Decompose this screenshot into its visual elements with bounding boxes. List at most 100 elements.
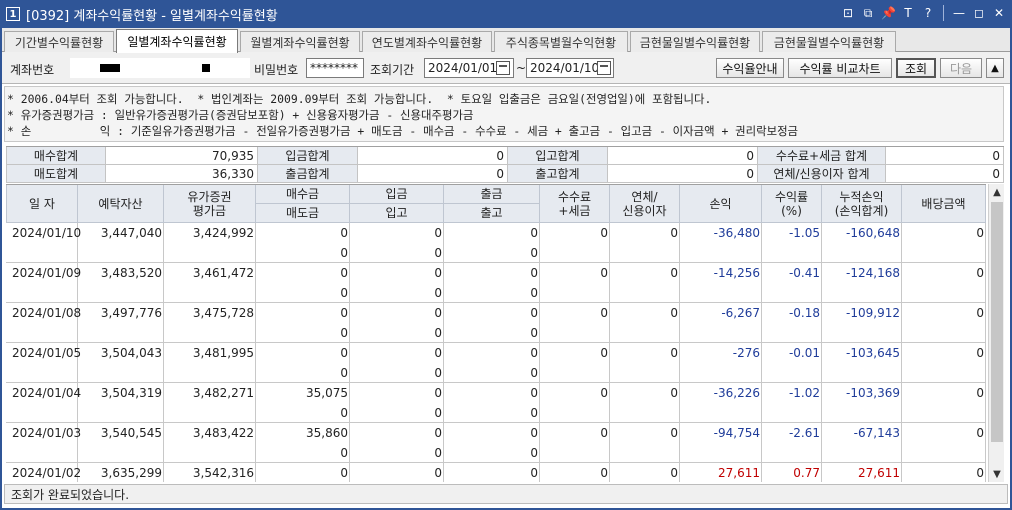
summary-row: 매도합계 36,330 출금합계 0 출고합계 0 연체/신용이자 합계 0: [6, 165, 1004, 183]
window-title: [0392] 계좌수익률현황 - 일별계좌수익률현황: [26, 8, 278, 24]
note-line: * 2006.04부터 조회 가능합니다. * 법인계좌는 2009.09부터 …: [7, 92, 712, 106]
cell-dividend: 0: [976, 346, 984, 360]
cell-cumulative-pnl: 27,611: [858, 466, 900, 480]
tab-strip: 기간별수익률현황 일별계좌수익률현황 월별계좌수익률현황 연도별계좌수익률현황 …: [0, 28, 1012, 53]
cell-fee-tax: 0: [600, 226, 608, 240]
cell-return-rate: -0.01: [788, 346, 820, 360]
cell-fee-tax: 0: [600, 266, 608, 280]
col-header-securities-value[interactable]: 유가증권 평가금: [164, 185, 256, 223]
cell-stock-out: 0: [530, 246, 538, 260]
table-row[interactable]: 2024/01/023,635,2993,542,3160000000027,6…: [6, 463, 986, 482]
tab-yearly-account-return[interactable]: 연도별계좌수익률현황: [362, 31, 492, 52]
col-header-stock-out[interactable]: 출고: [444, 204, 540, 223]
cell-withdraw: 0: [530, 426, 538, 440]
cell-interest: 0: [670, 386, 678, 400]
summary-value: 70,935: [106, 147, 258, 165]
close-icon[interactable]: ✕: [992, 5, 1006, 21]
tab-period-return[interactable]: 기간별수익률현황: [4, 31, 114, 52]
summary-value: 0: [886, 147, 1004, 165]
cell-date: 2024/01/05: [12, 346, 82, 360]
password-field[interactable]: ********: [306, 58, 364, 78]
cell-deposit-in: 0: [434, 266, 442, 280]
summary-value: 0: [358, 165, 508, 183]
summary-row: 매수합계 70,935 입금합계 0 입고합계 0 수수료+세금 합계 0: [6, 147, 1004, 165]
next-button[interactable]: 다음: [940, 58, 982, 78]
tab-stock-monthly-return[interactable]: 주식종목별월수익현황: [494, 31, 628, 52]
cell-date: 2024/01/10: [12, 226, 82, 240]
col-header-return-rate[interactable]: 수익률 (%): [762, 185, 822, 223]
font-size-icon[interactable]: T: [901, 5, 915, 21]
table-row[interactable]: 2024/01/05 3,504,043 3,481,995 0 0 0 0 0 0 0 0 -276…: [6, 343, 986, 383]
summary-label: 연체/신용이자 합계: [758, 165, 886, 183]
col-header-deposit-assets[interactable]: 예탁자산: [78, 185, 164, 223]
cell-cumulative-pnl: -124,168: [846, 266, 900, 280]
minimize-icon[interactable]: —: [952, 5, 966, 21]
tab-gold-daily-return[interactable]: 금현물일별수익률현황: [630, 31, 760, 52]
table-row[interactable]: 2024/01/04 3,504,319 3,482,271 35,075 0 0 0 0 0 0…: [6, 383, 986, 423]
calendar-icon[interactable]: [496, 61, 510, 75]
window-cascade-icon[interactable]: ⧉: [861, 5, 875, 21]
grid-vertical-scrollbar[interactable]: ▲ ▼: [988, 184, 1004, 482]
cell-stock-in: 0: [434, 366, 442, 380]
cell-pnl: -14,256: [713, 266, 760, 280]
col-header-pnl[interactable]: 손익: [680, 185, 762, 223]
cell-withdraw: 0: [530, 466, 538, 480]
scroll-up-arrow-icon[interactable]: ▲: [989, 184, 1005, 200]
cell-cumulative-pnl: -67,143: [853, 426, 900, 440]
summary-value: 0: [358, 147, 508, 165]
summary-value: 0: [608, 147, 758, 165]
cell-dividend: 0: [976, 306, 984, 320]
table-row[interactable]: 2024/01/03 3,540,545 3,483,422 35,860 0 0 0 0 0 0…: [6, 423, 986, 463]
col-header-date[interactable]: 일 자: [6, 185, 78, 223]
cell-sell-amount: 0: [340, 246, 348, 260]
maximize-icon[interactable]: ◻: [972, 5, 986, 21]
col-header-deposit-in[interactable]: 입금: [350, 185, 444, 204]
cell-dividend: 0: [976, 466, 984, 480]
cell-return-rate: -0.18: [788, 306, 820, 320]
table-row[interactable]: 2024/01/09 3,483,520 3,461,472 0 0 0 0 0 0 0 0 -14,…: [6, 263, 986, 303]
table-row[interactable]: 2024/01/10 3,447,040 3,424,992 0 0 0 0 0 0 0 0 -36,…: [6, 223, 986, 263]
cell-pnl: -94,754: [713, 426, 760, 440]
scroll-down-arrow-icon[interactable]: ▼: [989, 466, 1005, 482]
window-link-icon[interactable]: ⊡: [841, 5, 855, 21]
account-number-field[interactable]: [70, 58, 250, 78]
cell-return-rate: -2.61: [788, 426, 820, 440]
cell-buy-amount: 35,075: [306, 386, 348, 400]
help-icon[interactable]: ?: [921, 5, 935, 21]
cell-dividend: 0: [976, 226, 984, 240]
return-guide-button[interactable]: 수익율안내: [716, 58, 784, 78]
col-header-stock-in[interactable]: 입고: [350, 204, 444, 223]
tab-gold-monthly-return[interactable]: 금현물월별수익률현황: [762, 31, 896, 52]
cell-interest: 0: [670, 346, 678, 360]
col-header-withdraw[interactable]: 출금: [444, 185, 540, 204]
pin-icon[interactable]: 📌: [881, 5, 896, 21]
cell-withdraw: 0: [530, 386, 538, 400]
notes-panel: * 2006.04부터 조회 가능합니다. * 법인계좌는 2009.09부터 …: [4, 86, 1004, 142]
calendar-icon[interactable]: [597, 61, 611, 75]
cell-withdraw: 0: [530, 306, 538, 320]
cell-return-rate: 0.77: [793, 466, 820, 480]
cell-buy-amount: 35,860: [306, 426, 348, 440]
col-header-sell-amount[interactable]: 매도금: [256, 204, 350, 223]
cell-deposit-assets: 3,447,040: [100, 226, 162, 240]
collapse-up-button[interactable]: ▲: [986, 58, 1004, 78]
masked-account-part: [100, 64, 120, 72]
tab-daily-account-return[interactable]: 일별계좌수익률현황: [116, 29, 238, 53]
cell-interest: 0: [670, 466, 678, 480]
scroll-thumb[interactable]: [991, 202, 1003, 442]
date-from-value: 2024/01/01: [428, 61, 498, 75]
col-header-buy-amount[interactable]: 매수금: [256, 185, 350, 204]
account-label: 계좌번호: [10, 63, 55, 77]
col-header-cumulative-pnl[interactable]: 누적손익 (손익합계): [822, 185, 902, 223]
table-row[interactable]: 2024/01/08 3,497,776 3,475,728 0 0 0 0 0 0 0 0 -6,2…: [6, 303, 986, 343]
query-button[interactable]: 조회: [896, 58, 936, 78]
summary-label: 출고합계: [508, 165, 608, 183]
summary-value: 36,330: [106, 165, 258, 183]
col-header-dividend[interactable]: 배당금액: [902, 185, 986, 223]
cell-sell-amount: 0: [340, 446, 348, 460]
date-range-tilde: ~: [516, 61, 527, 75]
tab-monthly-account-return[interactable]: 월별계좌수익률현황: [240, 31, 360, 52]
return-compare-chart-button[interactable]: 수익률 비교차트: [788, 58, 892, 78]
col-header-interest[interactable]: 연체/ 신용이자: [610, 185, 680, 223]
col-header-fee-tax[interactable]: 수수료 +세금: [540, 185, 610, 223]
